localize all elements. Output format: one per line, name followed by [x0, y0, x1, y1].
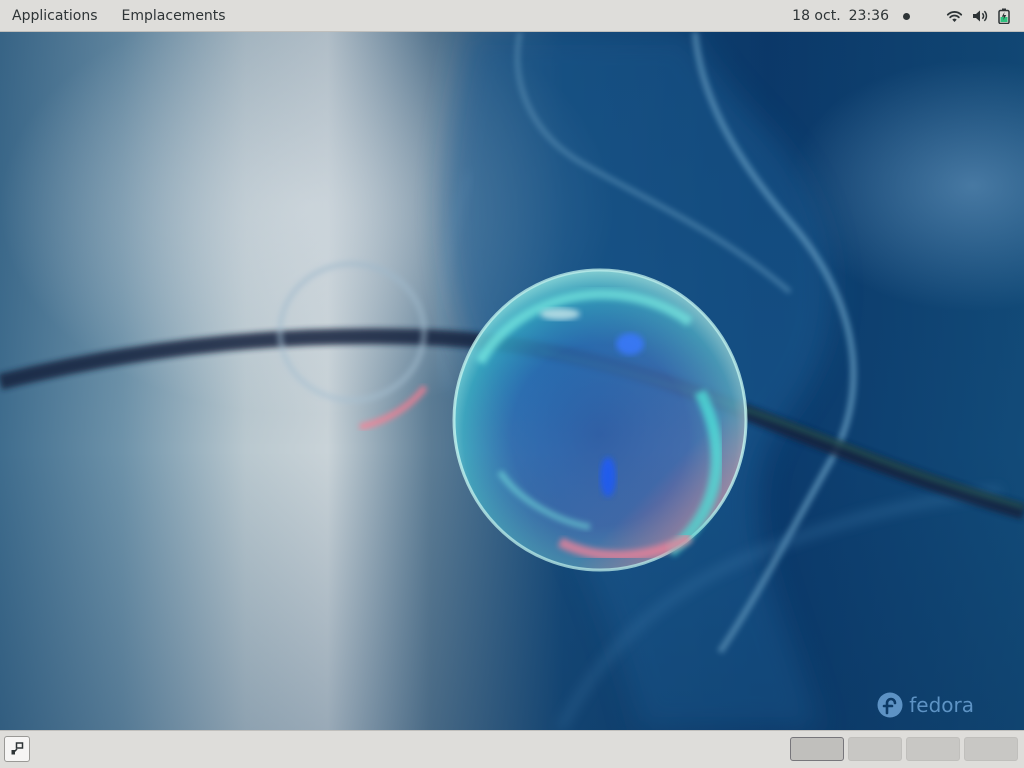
notification-dot-icon: [903, 12, 910, 20]
show-desktop-icon: [11, 742, 24, 755]
workspace-1[interactable]: [790, 737, 844, 761]
workspace-3[interactable]: [906, 737, 960, 761]
places-menu[interactable]: Emplacements: [110, 0, 238, 32]
fedora-logo: fedora: [877, 692, 974, 718]
clock[interactable]: 18 oct. 23:36: [782, 0, 899, 32]
clock-date: 18 oct.: [792, 8, 841, 24]
applications-menu[interactable]: Applications: [0, 0, 110, 32]
workspace-4[interactable]: [964, 737, 1018, 761]
desktop-screen: Applications Emplacements 18 oct. 23:36: [0, 0, 1024, 768]
clock-time: 23:36: [848, 8, 889, 24]
fedora-logo-icon: [877, 692, 903, 718]
battery-charging-icon: [998, 8, 1010, 24]
top-panel: Applications Emplacements 18 oct. 23:36: [0, 0, 1024, 32]
volume-icon: [972, 9, 989, 23]
top-panel-right: 18 oct. 23:36: [782, 0, 1024, 32]
workspace-switcher: [790, 737, 1018, 761]
workspace-2[interactable]: [848, 737, 902, 761]
wifi-icon: [946, 9, 963, 23]
wallpaper-image: [0, 32, 1024, 730]
desktop-wallpaper[interactable]: fedora: [0, 32, 1024, 730]
fedora-logo-text: fedora: [909, 693, 974, 717]
system-status-area[interactable]: [946, 8, 1010, 24]
show-desktop-button[interactable]: [4, 736, 30, 762]
bottom-panel: [0, 730, 1024, 768]
